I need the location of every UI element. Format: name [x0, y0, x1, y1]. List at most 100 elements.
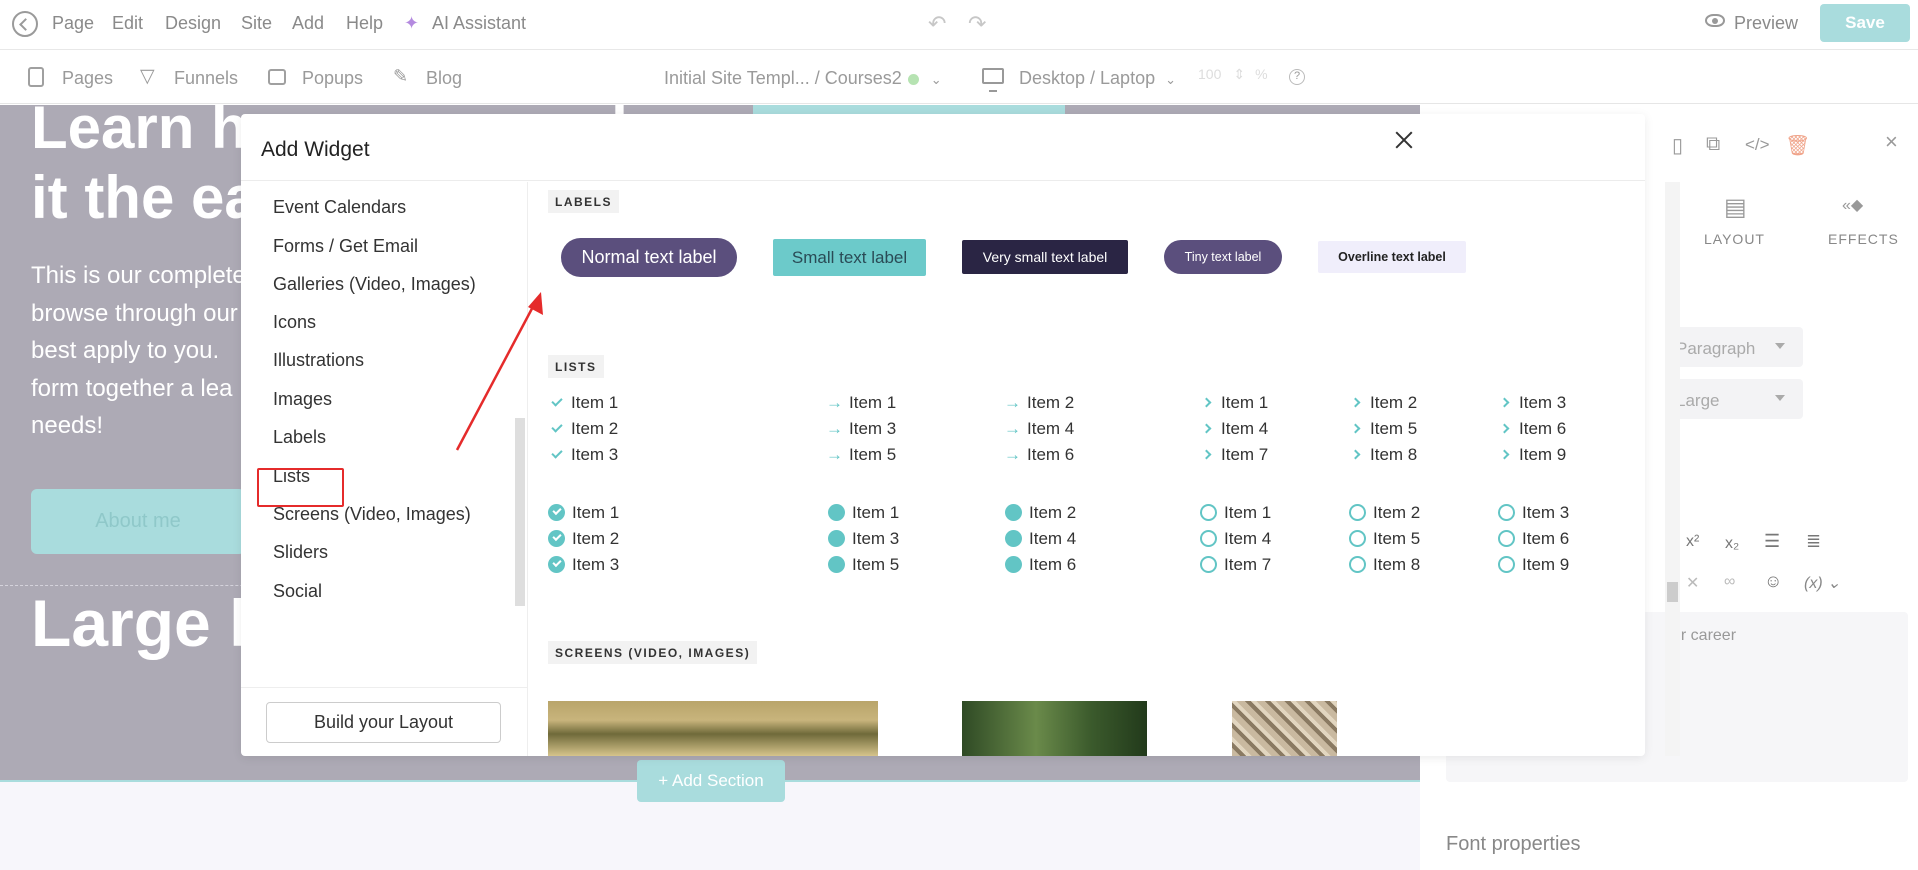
superscript-button[interactable]: x² — [1686, 533, 1699, 551]
add-section-button[interactable]: + Add Section — [637, 760, 785, 802]
label-tiny[interactable]: Tiny text label — [1164, 240, 1282, 274]
list-item: Item 1 — [1200, 503, 1271, 523]
funnels-tab[interactable]: Funnels — [174, 68, 238, 89]
open-circle-icon — [1200, 504, 1217, 521]
category-forms[interactable]: Forms / Get Email — [273, 236, 418, 257]
menu-edit[interactable]: Edit — [112, 12, 143, 34]
open-circle-icon — [1349, 556, 1366, 573]
layout-icon: ▤ — [1724, 194, 1747, 221]
menu-add[interactable]: Add — [292, 12, 324, 34]
numbered-list-icon[interactable]: ≣ — [1806, 531, 1821, 552]
category-labels[interactable]: Labels — [273, 427, 326, 448]
label-overline[interactable]: Overline text label — [1318, 241, 1466, 273]
filled-circle-icon — [1005, 530, 1022, 547]
category-icons[interactable]: Icons — [273, 312, 316, 333]
category-sliders[interactable]: Sliders — [273, 542, 328, 563]
list-item: Item 3 — [1499, 393, 1566, 413]
code-icon[interactable]: </> — [1745, 135, 1770, 155]
popups-icon — [268, 69, 286, 85]
menu-design[interactable]: Design — [165, 12, 221, 34]
subscript-button[interactable]: x₂ — [1725, 535, 1739, 553]
section-tag-labels: LABELS — [548, 190, 619, 213]
paste-icon[interactable]: ▯ — [1672, 133, 1683, 158]
preview-scrollbar[interactable] — [1665, 182, 1680, 756]
variable-dropdown[interactable]: (x) ⌄ — [1804, 573, 1841, 593]
close-icon[interactable]: × — [1885, 129, 1898, 155]
emoji-icon[interactable]: ☺ — [1764, 571, 1782, 592]
pages-tab[interactable]: Pages — [62, 68, 113, 89]
category-social[interactable]: Social — [273, 581, 322, 602]
category-screens[interactable]: Screens (Video, Images) — [273, 504, 471, 525]
save-button[interactable]: Save — [1820, 4, 1910, 42]
category-scrollbar[interactable] — [515, 418, 525, 606]
zoom-unit: % — [1255, 66, 1268, 82]
size-select[interactable]: Large — [1668, 379, 1803, 419]
menu-page[interactable]: Page — [52, 12, 94, 34]
list-item: Item 2 — [548, 529, 619, 549]
label-very-small[interactable]: Very small text label — [962, 240, 1128, 274]
chevron-right-icon — [1350, 449, 1361, 460]
device-selector[interactable]: Desktop / Laptop ⌄ — [1019, 68, 1176, 89]
back-arrow-icon[interactable] — [12, 11, 38, 37]
popups-tab[interactable]: Popups — [302, 68, 363, 89]
blog-icon: ✎ — [393, 66, 409, 86]
help-icon[interactable]: ? — [1289, 69, 1305, 85]
category-galleries[interactable]: Galleries (Video, Images) — [273, 274, 476, 295]
filled-circle-icon — [828, 556, 845, 573]
list-item: Item 2 — [548, 419, 618, 439]
chevron-right-icon — [1201, 423, 1212, 434]
screen-thumbnail-field[interactable] — [548, 701, 878, 756]
redo-icon[interactable]: ↷ — [968, 11, 986, 37]
stepper-icon: ⇕ — [1233, 66, 1246, 82]
menu-help[interactable]: Help — [346, 12, 383, 34]
category-illustrations[interactable]: Illustrations — [273, 350, 364, 371]
arrow-right-icon: → — [1004, 445, 1021, 464]
secondary-toolbar: Pages ▽ Funnels Popups ✎ Blog Initial Si… — [0, 50, 1918, 104]
list-item: Item 5 — [1349, 529, 1420, 549]
large-heading[interactable]: Large h — [31, 585, 269, 661]
check-icon — [551, 421, 563, 433]
check-icon — [551, 447, 563, 459]
zoom-value: 100 — [1198, 66, 1222, 82]
clear-format-icon[interactable]: ✕ — [1686, 573, 1699, 593]
screen-thumbnail-texture[interactable] — [1232, 701, 1337, 756]
ai-assistant-menu[interactable]: AI Assistant — [432, 12, 526, 34]
tab-layout[interactable]: LAYOUT — [1704, 231, 1765, 247]
sparkle-icon: ✦ — [404, 13, 420, 33]
label-small[interactable]: Small text label — [773, 239, 926, 276]
preview-button[interactable]: Preview — [1734, 12, 1798, 34]
list-item: Item 1 — [548, 503, 619, 523]
build-layout-button[interactable]: Build your Layout — [266, 702, 501, 743]
bullet-list-icon[interactable]: ☰ — [1764, 531, 1780, 552]
close-icon[interactable] — [1391, 127, 1419, 155]
category-images[interactable]: Images — [273, 389, 332, 410]
list-item: Item 6 — [1498, 529, 1569, 549]
check-icon — [551, 395, 563, 407]
trash-icon[interactable]: 🗑 — [1785, 133, 1810, 158]
hero-paragraph[interactable]: This is our complete browse through our … — [31, 257, 246, 445]
label-normal[interactable]: Normal text label — [561, 238, 737, 277]
tab-effects[interactable]: EFFECTS — [1828, 231, 1899, 247]
chevron-down-icon: ⌄ — [930, 72, 942, 87]
list-item: Item 7 — [1201, 445, 1268, 465]
undo-icon[interactable]: ↶ — [928, 11, 946, 37]
list-item: Item 1 — [1201, 393, 1268, 413]
about-me-button[interactable]: About me — [31, 489, 245, 554]
list-item: Item 6 — [1005, 555, 1076, 575]
arrow-right-icon: → — [826, 419, 843, 438]
zoom-input[interactable]: 100 ⇕% — [1198, 66, 1268, 83]
list-item: → Item 3 — [826, 419, 897, 438]
list-item: Item 2 — [1350, 393, 1417, 413]
circle-check-icon — [548, 530, 565, 547]
screen-thumbnail-rider[interactable] — [962, 701, 1147, 756]
blog-tab[interactable]: Blog — [426, 68, 462, 89]
duplicate-icon[interactable]: ⧉ — [1706, 133, 1720, 156]
list-item: Item 8 — [1350, 445, 1417, 465]
page-breadcrumb[interactable]: Initial Site Templ... / Courses2 ⌄ — [664, 68, 942, 89]
device-label: Desktop / Laptop — [1019, 68, 1156, 88]
open-circle-icon — [1498, 556, 1515, 573]
menu-site[interactable]: Site — [241, 12, 272, 34]
link-icon[interactable]: ∞ — [1724, 573, 1735, 591]
paragraph-select[interactable]: Paragraph — [1668, 327, 1803, 367]
category-event-calendars[interactable]: Event Calendars — [273, 197, 406, 218]
